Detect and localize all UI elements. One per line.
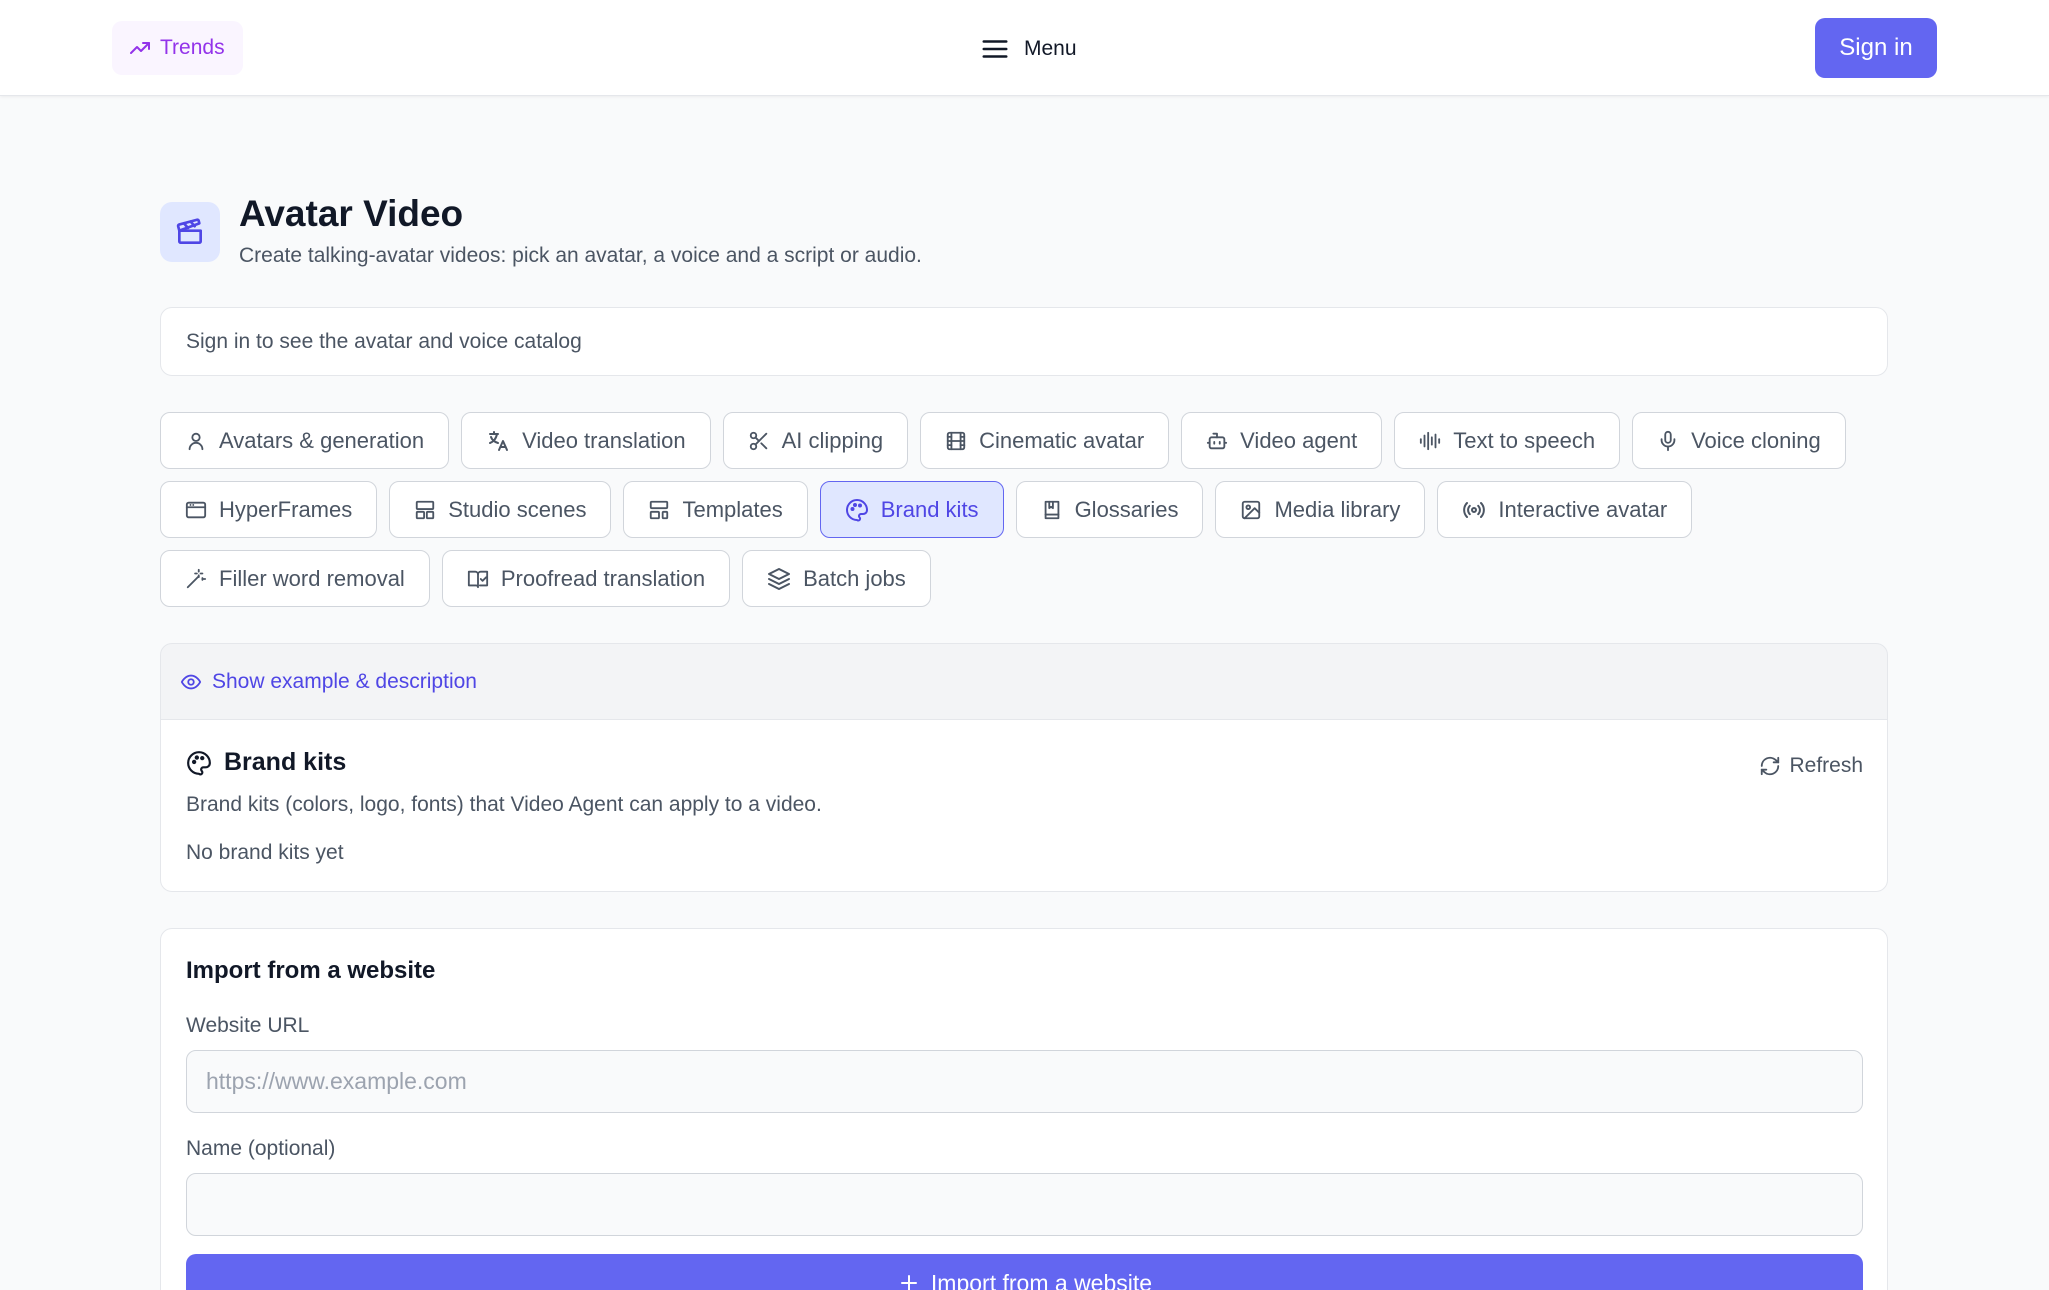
- tab-batch-jobs[interactable]: Batch jobs: [742, 550, 931, 607]
- browser-icon: [185, 499, 207, 521]
- refresh-label: Refresh: [1789, 754, 1863, 777]
- tab-ai-clipping[interactable]: AI clipping: [722, 412, 909, 469]
- trends-label: Trends: [160, 36, 225, 59]
- book-icon: [1041, 499, 1063, 521]
- tab-label: Filler word removal: [219, 565, 405, 591]
- tab-video-agent[interactable]: Video agent: [1181, 412, 1383, 469]
- catalog-notice: Sign in to see the avatar and voice cata…: [160, 307, 1888, 376]
- import-website-button[interactable]: Import from a website: [186, 1254, 1863, 1290]
- layers-icon: [767, 567, 791, 591]
- sign-in-button[interactable]: Sign in: [1815, 18, 1937, 78]
- tab-label: Studio scenes: [448, 496, 587, 522]
- tab-label: Avatars & generation: [219, 427, 425, 453]
- tab-label: Video translation: [522, 427, 686, 453]
- languages-icon: [486, 429, 510, 453]
- top-navbar: Trends Menu Sign in: [0, 0, 2049, 96]
- tab-voice-cloning[interactable]: Voice cloning: [1632, 412, 1846, 469]
- tab-media-library[interactable]: Media library: [1215, 481, 1426, 538]
- show-example-toggle[interactable]: Show example & description: [160, 643, 1888, 720]
- tab-label: Glossaries: [1074, 496, 1179, 522]
- layout-template-icon: [648, 499, 670, 521]
- tab-label: HyperFrames: [219, 496, 353, 522]
- tab-label: Interactive avatar: [1498, 496, 1668, 522]
- tab-label: AI clipping: [781, 427, 884, 453]
- brand-kits-heading: Brand kits: [186, 748, 346, 777]
- tab-cinematic-avatar[interactable]: Cinematic avatar: [920, 412, 1170, 469]
- tab-label: Cinematic avatar: [979, 427, 1145, 453]
- tab-row: Filler word removal Proofread translatio…: [160, 550, 931, 607]
- tab-label: Text to speech: [1453, 427, 1596, 453]
- brand-kits-card: Brand kits Refresh Brand kits (colors, l…: [160, 720, 1888, 892]
- tab-glossaries[interactable]: Glossaries: [1015, 481, 1204, 538]
- tab-row: Avatars & generation Video translation A…: [160, 412, 1846, 469]
- brand-kits-description: Brand kits (colors, logo, fonts) that Vi…: [186, 793, 822, 816]
- palette-icon: [845, 498, 869, 522]
- plus-icon: [897, 1271, 921, 1290]
- menu-label: Menu: [1024, 37, 1077, 60]
- tab-filler-word-removal[interactable]: Filler word removal: [160, 550, 430, 607]
- tab-label: Batch jobs: [803, 565, 906, 591]
- user-icon: [185, 430, 207, 452]
- tab-proofread-translation[interactable]: Proofread translation: [441, 550, 731, 607]
- trending-up-icon: [128, 36, 152, 60]
- scissors-icon: [748, 430, 770, 452]
- import-button-label: Import from a website: [930, 1269, 1153, 1290]
- tab-templates[interactable]: Templates: [623, 481, 808, 538]
- tab-interactive-avatar[interactable]: Interactive avatar: [1437, 481, 1693, 538]
- layout-icon: [414, 499, 436, 521]
- refresh-button[interactable]: Refresh: [1759, 754, 1863, 778]
- audio-lines-icon: [1419, 430, 1441, 452]
- menu-button[interactable]: Menu: [980, 27, 1077, 71]
- name-optional-label: Name (optional): [186, 1137, 336, 1160]
- website-url-label: Website URL: [186, 1014, 310, 1037]
- brand-kits-title: Brand kits: [224, 748, 347, 776]
- brand-kits-empty-state: No brand kits yet: [186, 841, 344, 864]
- tab-text-to-speech[interactable]: Text to speech: [1394, 412, 1621, 469]
- eye-icon: [180, 671, 202, 693]
- show-example-label: Show example & description: [212, 669, 477, 693]
- image-icon: [1240, 499, 1262, 521]
- tab-label: Brand kits: [880, 496, 979, 522]
- tab-label: Templates: [682, 496, 783, 522]
- wand-icon: [185, 568, 207, 590]
- tab-video-translation[interactable]: Video translation: [461, 412, 711, 469]
- bot-icon: [1206, 430, 1228, 452]
- tab-label: Proofread translation: [500, 565, 706, 591]
- tab-row: HyperFrames Studio scenes Templates Bran…: [160, 481, 1693, 538]
- refresh-icon: [1759, 755, 1781, 777]
- tab-label: Media library: [1274, 496, 1401, 522]
- name-input[interactable]: [186, 1173, 1863, 1236]
- tab-avatars-generation[interactable]: Avatars & generation: [160, 412, 450, 469]
- website-url-input[interactable]: [186, 1050, 1863, 1113]
- trends-link[interactable]: Trends: [112, 21, 243, 75]
- page-subtitle: Create talking-avatar videos: pick an av…: [239, 244, 922, 267]
- radio-icon: [1462, 498, 1486, 522]
- palette-icon: [186, 750, 212, 776]
- mic-icon: [1657, 430, 1679, 452]
- import-title: Import from a website: [186, 957, 436, 984]
- clapperboard-icon: [160, 202, 220, 262]
- film-icon: [945, 430, 967, 452]
- import-website-card: Import from a website Website URL Name (…: [160, 928, 1888, 1290]
- tab-label: Voice cloning: [1691, 427, 1821, 453]
- book-check-icon: [467, 568, 489, 590]
- tab-studio-scenes[interactable]: Studio scenes: [389, 481, 612, 538]
- tab-hyperframes[interactable]: HyperFrames: [160, 481, 378, 538]
- hamburger-icon: [980, 34, 1010, 64]
- page-title: Avatar Video: [239, 193, 464, 234]
- tab-brand-kits[interactable]: Brand kits: [819, 481, 1004, 538]
- tab-label: Video agent: [1240, 427, 1358, 453]
